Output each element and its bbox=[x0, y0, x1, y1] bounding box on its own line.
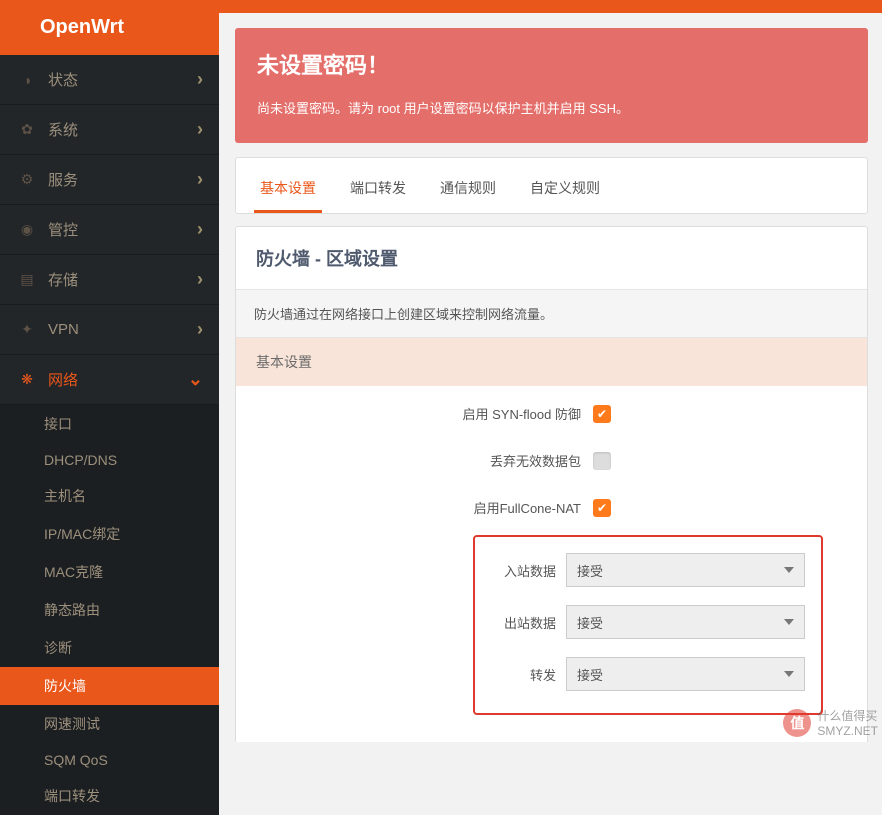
row-input: 入站数据 接受 bbox=[491, 553, 805, 587]
subnav-item-hostnames[interactable]: 主机名 bbox=[0, 477, 219, 515]
caret-down-icon bbox=[784, 619, 794, 625]
chevron-down-icon: ⌄ bbox=[188, 369, 203, 390]
subnav-item-dhcpdns[interactable]: DHCP/DNS bbox=[0, 443, 219, 477]
vpn-icon: ✦ bbox=[18, 321, 36, 339]
row-output: 出站数据 接受 bbox=[491, 605, 805, 639]
subnav-item-sqmqos[interactable]: SQM QoS bbox=[0, 743, 219, 777]
nav-item-label: 管控 bbox=[48, 219, 78, 240]
tab-general[interactable]: 基本设置 bbox=[254, 168, 322, 213]
caret-down-icon bbox=[784, 671, 794, 677]
label-forward: 转发 bbox=[491, 665, 566, 684]
subnav-item-macclone[interactable]: MAC克隆 bbox=[0, 553, 219, 591]
select-forward-value: 接受 bbox=[577, 665, 603, 684]
nav-item-network[interactable]: ❋ 网络 ⌄ bbox=[0, 355, 219, 405]
label-dropinvalid: 丢弃无效数据包 bbox=[258, 451, 593, 470]
storage-icon: ▤ bbox=[18, 271, 36, 289]
nav-item-system[interactable]: ✿ 系统 › bbox=[0, 105, 219, 155]
highlight-box: 入站数据 接受 出站数据 接受 bbox=[473, 535, 823, 715]
group-head-general: 基本设置 bbox=[236, 338, 867, 386]
label-synflood: 启用 SYN-flood 防御 bbox=[258, 404, 593, 423]
network-icon: ❋ bbox=[18, 371, 36, 389]
select-output[interactable]: 接受 bbox=[566, 605, 805, 639]
label-input: 入站数据 bbox=[491, 561, 566, 580]
tab-trafficrules[interactable]: 通信规则 bbox=[434, 168, 502, 213]
nav-item-control[interactable]: ◉ 管控 › bbox=[0, 205, 219, 255]
subnav-item-diagnostics[interactable]: 诊断 bbox=[0, 629, 219, 667]
firewall-panel: 防火墙 - 区域设置 防火墙通过在网络接口上创建区域来控制网络流量。 基本设置 … bbox=[235, 226, 868, 742]
subnav-item-ipmac[interactable]: IP/MAC绑定 bbox=[0, 515, 219, 553]
tabs-panel: 基本设置 端口转发 通信规则 自定义规则 bbox=[235, 157, 868, 214]
password-alert: 未设置密码！ 尚未设置密码。请为 root 用户设置密码以保护主机并启用 SSH… bbox=[235, 28, 868, 143]
nav-item-label: 状态 bbox=[48, 69, 78, 90]
nav-item-label: 系统 bbox=[48, 119, 78, 140]
nav-item-services[interactable]: ⚙ 服务 › bbox=[0, 155, 219, 205]
subnav-item-interfaces[interactable]: 接口 bbox=[0, 405, 219, 443]
nav-item-label: 网络 bbox=[48, 369, 78, 390]
form-general: 启用 SYN-flood 防御 ✔ 丢弃无效数据包 启用FullCone-NAT… bbox=[236, 386, 867, 742]
chevron-right-icon: › bbox=[197, 169, 203, 190]
row-dropinvalid: 丢弃无效数据包 bbox=[258, 451, 845, 470]
services-icon: ⚙ bbox=[18, 171, 36, 189]
select-input-value: 接受 bbox=[577, 561, 603, 580]
subnav-item-firewall[interactable]: 防火墙 bbox=[0, 667, 219, 705]
label-fullcone: 启用FullCone-NAT bbox=[258, 498, 593, 517]
tab-customrules[interactable]: 自定义规则 bbox=[524, 168, 606, 213]
caret-down-icon bbox=[784, 567, 794, 573]
nav-item-label: VPN bbox=[48, 321, 79, 338]
subnav-item-speedtest[interactable]: 网速测试 bbox=[0, 705, 219, 743]
row-forward: 转发 接受 bbox=[491, 657, 805, 691]
checkbox-dropinvalid[interactable] bbox=[593, 452, 611, 470]
topbar bbox=[219, 0, 882, 13]
chevron-right-icon: › bbox=[197, 269, 203, 290]
select-input[interactable]: 接受 bbox=[566, 553, 805, 587]
chevron-right-icon: › bbox=[197, 219, 203, 240]
nav-item-status[interactable]: ◑ 状态 › bbox=[0, 55, 219, 105]
content: 未设置密码！ 尚未设置密码。请为 root 用户设置密码以保护主机并启用 SSH… bbox=[219, 13, 882, 742]
status-icon: ◑ bbox=[18, 71, 36, 89]
section-desc: 防火墙通过在网络接口上创建区域来控制网络流量。 bbox=[236, 289, 867, 338]
subnav-item-portforward[interactable]: 端口转发 bbox=[0, 777, 219, 815]
brand-title: OpenWrt bbox=[0, 0, 219, 55]
sidebar: OpenWrt ◑ 状态 › ✿ 系统 › ⚙ 服务 › ◉ 管控 › ▤ 存储… bbox=[0, 0, 219, 742]
label-output: 出站数据 bbox=[491, 613, 566, 632]
row-fullcone: 启用FullCone-NAT ✔ bbox=[258, 498, 845, 517]
alert-title: 未设置密码！ bbox=[257, 48, 846, 80]
nav-item-label: 服务 bbox=[48, 169, 78, 190]
chevron-right-icon: › bbox=[197, 319, 203, 340]
nav-item-storage[interactable]: ▤ 存储 › bbox=[0, 255, 219, 305]
control-icon: ◉ bbox=[18, 221, 36, 239]
tab-portforward[interactable]: 端口转发 bbox=[344, 168, 412, 213]
select-output-value: 接受 bbox=[577, 613, 603, 632]
checkbox-synflood[interactable]: ✔ bbox=[593, 405, 611, 423]
main: 未设置密码！ 尚未设置密码。请为 root 用户设置密码以保护主机并启用 SSH… bbox=[219, 0, 882, 742]
nav-item-vpn[interactable]: ✦ VPN › bbox=[0, 305, 219, 355]
select-forward[interactable]: 接受 bbox=[566, 657, 805, 691]
alert-text: 尚未设置密码。请为 root 用户设置密码以保护主机并启用 SSH。 bbox=[257, 98, 846, 117]
system-icon: ✿ bbox=[18, 121, 36, 139]
chevron-right-icon: › bbox=[197, 69, 203, 90]
tabs: 基本设置 端口转发 通信规则 自定义规则 bbox=[236, 158, 867, 213]
subnav-network: 接口 DHCP/DNS 主机名 IP/MAC绑定 MAC克隆 静态路由 诊断 防… bbox=[0, 405, 219, 815]
chevron-right-icon: › bbox=[197, 119, 203, 140]
checkbox-fullcone[interactable]: ✔ bbox=[593, 499, 611, 517]
subnav-item-staticroutes[interactable]: 静态路由 bbox=[0, 591, 219, 629]
nav-item-label: 存储 bbox=[48, 269, 78, 290]
row-synflood: 启用 SYN-flood 防御 ✔ bbox=[258, 404, 845, 423]
section-title: 防火墙 - 区域设置 bbox=[236, 227, 867, 289]
